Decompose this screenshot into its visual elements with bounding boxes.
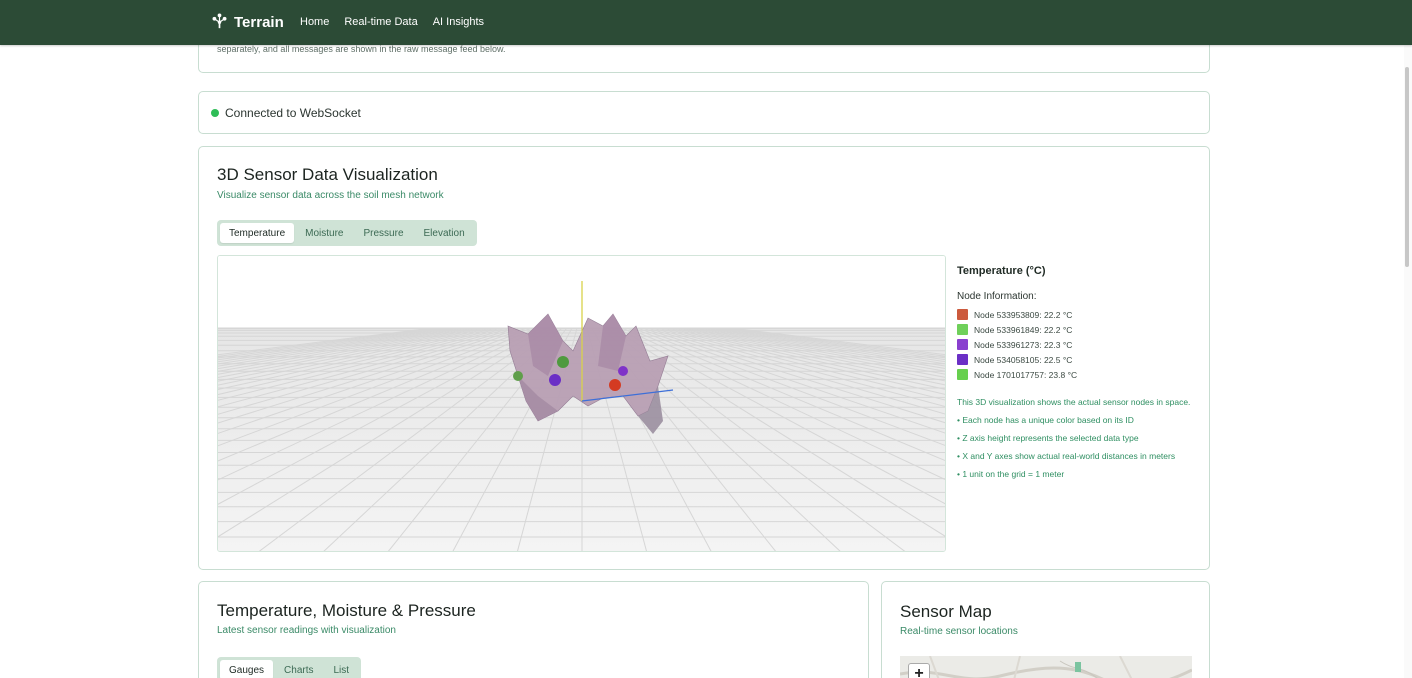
scrollbar-thumb[interactable] [1405, 67, 1409, 267]
tab-temperature[interactable]: Temperature [220, 223, 295, 243]
node-legend-label: Node 533953809: 22.2 °C [974, 309, 1073, 320]
brand[interactable]: Terrain [211, 12, 284, 33]
sensor-map-title: Sensor Map [900, 602, 992, 621]
sensor-node-marker[interactable] [549, 374, 561, 386]
node-color-swatch [957, 324, 968, 335]
node-info-title: Node Information: [957, 291, 1037, 302]
viz3d-legend: Temperature (°C) Node Information: Node … [957, 265, 1197, 486]
top-navbar: Terrain Home Real-time Data AI Insights [0, 0, 1412, 45]
node-color-swatch [957, 309, 968, 320]
sensor-node-marker[interactable] [609, 379, 621, 391]
map-view[interactable]: + [900, 656, 1192, 678]
tab-pressure[interactable]: Pressure [355, 223, 413, 243]
map-tiles [900, 656, 1192, 678]
nav-link-ai-insights[interactable]: AI Insights [433, 16, 484, 28]
sensor-node-marker[interactable] [557, 356, 569, 368]
tab-charts[interactable]: Charts [275, 660, 322, 678]
page-scrollbar[interactable] [1404, 45, 1412, 678]
node-color-swatch [957, 339, 968, 350]
sensor-node-marker[interactable] [513, 371, 523, 381]
status-dot-icon [211, 109, 219, 117]
3d-canvas[interactable] [217, 255, 946, 552]
bullet-item: • Z axis height represents the selected … [957, 433, 1139, 443]
tab-list[interactable]: List [324, 660, 358, 678]
bullet-item: • X and Y axes show actual real-world di… [957, 451, 1176, 461]
node-color-swatch [957, 354, 968, 365]
node-legend-item: Node 533961273: 22.3 °C [957, 337, 1197, 352]
tab-moisture[interactable]: Moisture [296, 223, 352, 243]
tab-elevation[interactable]: Elevation [415, 223, 474, 243]
sensor-map-subtitle: Real-time sensor locations [900, 626, 1018, 637]
nav-links: Home Real-time Data AI Insights [300, 16, 484, 28]
node-legend-label: Node 533961849: 22.2 °C [974, 324, 1073, 335]
sensor-readings-card: Temperature, Moisture & Pressure Latest … [198, 581, 869, 678]
node-legend-item: Node 533961849: 22.2 °C [957, 322, 1197, 337]
sensor-readings-subtitle: Latest sensor readings with visualizatio… [217, 625, 396, 636]
readings-tabs: Gauges Charts List [217, 657, 362, 678]
viz3d-subtitle: Visualize sensor data across the soil me… [217, 190, 444, 201]
node-legend-item: Node 534058105: 22.5 °C [957, 352, 1197, 367]
node-legend-item: Node 533953809: 22.2 °C [957, 307, 1197, 322]
viz3d-title: 3D Sensor Data Visualization [217, 165, 438, 184]
node-legend-label: Node 1701017757: 23.8 °C [974, 369, 1078, 380]
legend-title: Temperature (°C) [957, 265, 1046, 277]
viz3d-card: 3D Sensor Data Visualization Visualize s… [198, 146, 1210, 570]
viz3d-tabs: Temperature Moisture Pressure Elevation [217, 220, 477, 246]
node-legend-label: Node 533961273: 22.3 °C [974, 339, 1073, 350]
node-legend-item: Node 1701017757: 23.8 °C [957, 367, 1197, 382]
nav-link-home[interactable]: Home [300, 16, 329, 28]
nav-link-real-time-data[interactable]: Real-time Data [344, 16, 417, 28]
brand-name: Terrain [234, 14, 284, 31]
viz3d-bullets: • Each node has a unique color based on … [957, 414, 1197, 486]
node-list: Node 533953809: 22.2 °C Node 533961849: 2… [957, 307, 1197, 382]
map-zoom-in-button[interactable]: + [908, 663, 930, 678]
tab-gauges[interactable]: Gauges [220, 660, 274, 678]
viz3d-description: This 3D visualization shows the actual s… [957, 397, 1191, 407]
node-color-swatch [957, 369, 968, 380]
3d-scene[interactable] [218, 256, 946, 552]
connection-status-text: Connected to WebSocket [225, 106, 361, 120]
bullet-item: • Each node has a unique color based on … [957, 415, 1134, 425]
sensor-map-card: Sensor Map Real-time sensor locations + [881, 581, 1210, 678]
connection-status-card: Connected to WebSocket [198, 91, 1210, 134]
node-legend-label: Node 534058105: 22.5 °C [974, 354, 1073, 365]
terrain-logo-icon [211, 12, 228, 33]
info-text: separately, and all messages are shown i… [217, 44, 506, 54]
sensor-readings-title: Temperature, Moisture & Pressure [217, 601, 476, 620]
bullet-item: • 1 unit on the grid = 1 meter [957, 469, 1065, 479]
sensor-node-marker[interactable] [618, 366, 628, 376]
